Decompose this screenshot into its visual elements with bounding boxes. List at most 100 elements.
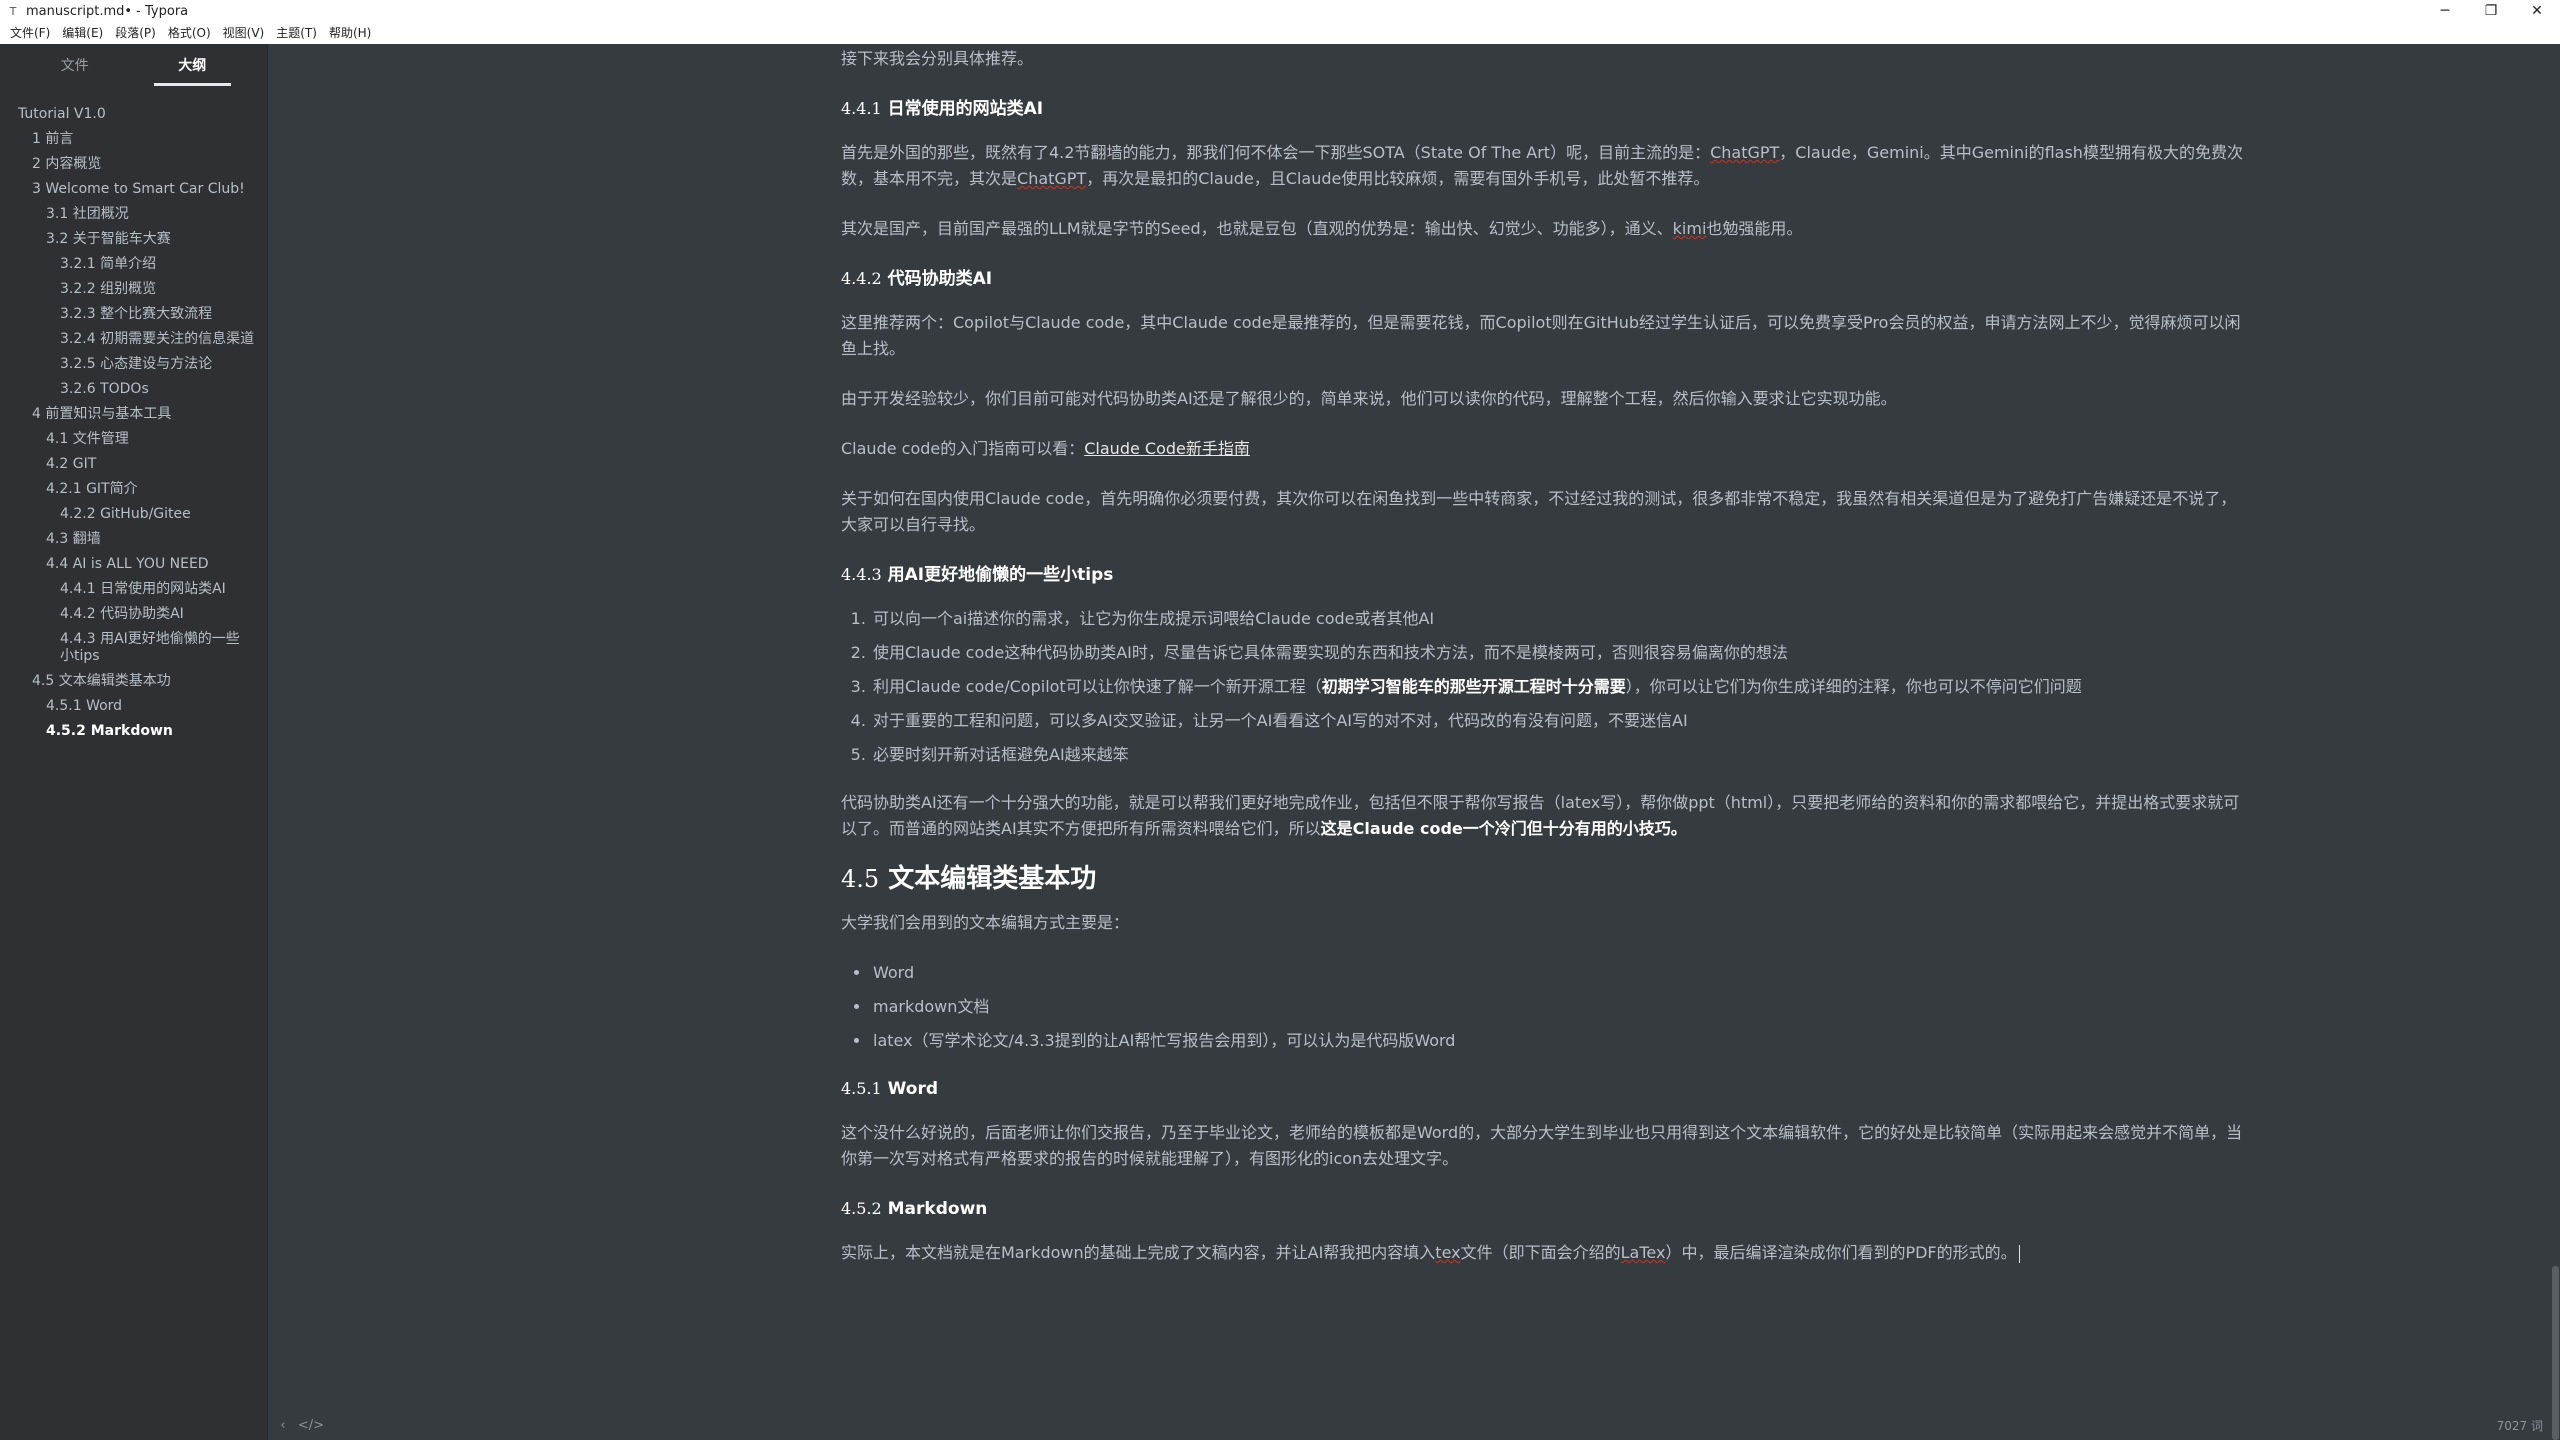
text: 对于重要的工程和问题，可以多AI交叉验证，让另一个AI看看这个AI写的对不对，代… (873, 711, 1688, 730)
spellcheck-word: ChatGPT (1710, 143, 1780, 162)
outline-item[interactable]: 3.2.3 整个比赛大致流程 (0, 302, 267, 327)
list-item: 对于重要的工程和问题，可以多AI交叉验证，让另一个AI看看这个AI写的对不对，代… (871, 708, 2249, 734)
outline-item[interactable]: 4.4 AI is ALL YOU NEED (0, 552, 267, 577)
bold-text: 这是Claude code一个冷门但十分有用的小技巧。 (1320, 819, 1687, 838)
menu-view[interactable]: 视图(V) (217, 22, 271, 44)
editor-area[interactable]: 接下来我会分别具体推荐。 4.4.1 日常使用的网站类AI 首先是外国的那些，既… (269, 44, 2560, 1424)
text: 也勉强能用。 (1706, 219, 1803, 238)
outline-item[interactable]: 3.2.4 初期需要关注的信息渠道 (0, 327, 267, 352)
heading-text: Word (881, 1079, 939, 1099)
outline-item[interactable]: 3.2 关于智能车大赛 (0, 227, 267, 252)
claude-guide-link[interactable]: Claude Code新手指南 (1084, 439, 1250, 458)
text: ）中，最后编译渲染成你们看到的PDF的形式的。 (1665, 1243, 2017, 1262)
paragraph: 接下来我会分别具体推荐。 (841, 46, 2249, 72)
list-item: markdown文档 (871, 994, 2249, 1020)
outline-item[interactable]: 4.2 GIT (0, 452, 267, 477)
menu-format[interactable]: 格式(O) (162, 22, 217, 44)
tab-files[interactable]: 文件 (16, 44, 134, 88)
heading-number: 4.4.1 (841, 99, 882, 118)
paragraph: 关于如何在国内使用Claude code，首先明确你必须要付费，其次你可以在闲鱼… (841, 486, 2249, 538)
paragraph: 由于开发经验较少，你们目前可能对代码协助类AI还是了解很少的，简单来说，他们可以… (841, 386, 2249, 412)
text: 实际上，本文档就是在Markdown的基础上完成了文稿内容，并让AI帮我把内容填… (841, 1243, 1436, 1262)
heading-4-4-1: 4.4.1 日常使用的网站类AI (841, 96, 2249, 122)
word-count[interactable]: 7027 词 (2497, 1417, 2551, 1434)
outline-item[interactable]: 3 Welcome to Smart Car Club! (0, 177, 267, 202)
list-item: 利用Claude code/Copilot可以让你快速了解一个新开源工程（初期学… (871, 674, 2249, 700)
heading-4-4-3: 4.4.3 用AI更好地偷懒的一些小tips (841, 562, 2249, 588)
outline-item[interactable]: 4.2.1 GIT简介 (0, 477, 267, 502)
outline-item[interactable]: 4 前置知识与基本工具 (0, 402, 267, 427)
heading-text: 日常使用的网站类AI (881, 99, 1044, 119)
outline-item[interactable]: 3.1 社团概况 (0, 202, 267, 227)
paragraph: 这个没什么好说的，后面老师让你们交报告，乃至于毕业论文，老师给的模板都是Word… (841, 1120, 2249, 1172)
heading-4-4-2: 4.4.2 代码协助类AI (841, 266, 2249, 292)
menu-theme[interactable]: 主题(T) (270, 22, 323, 44)
editor-scrollbar[interactable] (2551, 44, 2560, 1440)
paragraph: 实际上，本文档就是在Markdown的基础上完成了文稿内容，并让AI帮我把内容填… (841, 1240, 2249, 1266)
outline-item[interactable]: 3.2.1 简单介绍 (0, 252, 267, 277)
status-bar: ‹ </> 7027 词 (269, 1410, 2551, 1440)
paragraph: 这里推荐两个：Copilot与Claude code，其中Claude code… (841, 310, 2249, 362)
window-title: manuscript.md• - Typora (26, 3, 189, 19)
text: 文件（即下面会介绍的 (1460, 1243, 1621, 1262)
spellcheck-word: tex (1435, 1243, 1461, 1262)
heading-4-5: 4.5 文本编辑类基本功 (841, 866, 2249, 892)
editing-tools-list: Word markdown文档 latex（写学术论文/4.3.3提到的让AI帮… (871, 960, 2249, 1054)
text: 关于如何在国内使用Claude code，首先明确你必须要付费，其次你可以在闲鱼… (841, 489, 2237, 534)
outline-item-current[interactable]: 4.5.2 Markdown (0, 719, 267, 744)
heading-text: 代码协助类AI (881, 269, 993, 289)
text: 这个没什么好说的，后面老师让你们交报告，乃至于毕业论文，老师给的模板都是Word… (841, 1123, 2243, 1168)
document-content[interactable]: 接下来我会分别具体推荐。 4.4.1 日常使用的网站类AI 首先是外国的那些，既… (841, 46, 2249, 1290)
menu-bar: 文件(F) 编辑(E) 段落(P) 格式(O) 视图(V) 主题(T) 帮助(H… (0, 22, 2560, 44)
outline-item[interactable]: 3.2.6 TODOs (0, 377, 267, 402)
outline-item[interactable]: 4.5.1 Word (0, 694, 267, 719)
toggle-sidebar-icon[interactable]: ‹ (269, 1414, 297, 1436)
outline-item[interactable]: 4.1 文件管理 (0, 427, 267, 452)
heading-number: 4.4.3 (841, 565, 882, 584)
close-icon[interactable]: ✕ (2514, 0, 2560, 22)
paragraph: 其次是国产，目前国产最强的LLM就是字节的Seed，也就是豆包（直观的优势是：输… (841, 216, 2249, 242)
outline-item[interactable]: 3.2.2 组别概览 (0, 277, 267, 302)
menu-help[interactable]: 帮助(H) (323, 22, 377, 44)
menu-paragraph[interactable]: 段落(P) (109, 22, 162, 44)
text: latex（写学术论文/4.3.3提到的让AI帮忙写报告会用到），可以认为是代码… (873, 1031, 1456, 1050)
text: 必要时刻开新对话框避免AI越来越笨 (873, 745, 1129, 764)
spellcheck-word: kimi (1672, 219, 1707, 238)
heading-number: 4.5.1 (841, 1079, 882, 1098)
outline-item[interactable]: 4.4.1 日常使用的网站类AI (0, 577, 267, 602)
outline-item[interactable]: 1 前言 (0, 127, 267, 152)
paragraph: Claude code的入门指南可以看：Claude Code新手指南 (841, 436, 2249, 462)
menu-edit[interactable]: 编辑(E) (56, 22, 109, 44)
minimize-icon[interactable]: ─ (2422, 0, 2468, 22)
outline-item[interactable]: 2 内容概览 (0, 152, 267, 177)
outline-item[interactable]: 3.2.5 心态建设与方法论 (0, 352, 267, 377)
heading-number: 4.5 (841, 865, 880, 893)
tab-outline[interactable]: 大纲 (134, 44, 252, 88)
paragraph: 代码协助类AI还有一个十分强大的功能，就是可以帮我们更好地完成作业，包括但不限于… (841, 790, 2249, 842)
sidebar-tabs: 文件 大纲 (0, 44, 267, 88)
outline-item[interactable]: 4.4.2 代码协助类AI (0, 602, 267, 627)
text: 可以向一个ai描述你的需求，让它为你生成提示词喂给Claude code或者其他… (873, 609, 1435, 628)
text: ，再次是最扣的Claude，且Claude使用比较麻烦，需要有国外手机号，此处暂… (1086, 169, 1710, 188)
outline-item[interactable]: Tutorial V1.0 (0, 102, 267, 127)
list-item: Word (871, 960, 2249, 986)
outline-item[interactable]: 4.2.2 GitHub/Gitee (0, 502, 267, 527)
outline-item[interactable]: 4.5 文本编辑类基本功 (0, 669, 267, 694)
text-cursor (2018, 1244, 2020, 1263)
paragraph: 大学我们会用到的文本编辑方式主要是： (841, 910, 2249, 936)
text: 由于开发经验较少，你们目前可能对代码协助类AI还是了解很少的，简单来说，他们可以… (841, 389, 1897, 408)
bold-text: 初期学习智能车的那些开源工程时十分需要 (1321, 677, 1626, 696)
restore-icon[interactable]: ❐ (2468, 0, 2514, 22)
text: Claude code的入门指南可以看： (841, 439, 1085, 458)
outline-item[interactable]: 4.3 翻墙 (0, 527, 267, 552)
tips-list: 可以向一个ai描述你的需求，让它为你生成提示词喂给Claude code或者其他… (871, 606, 2249, 768)
typora-app-icon: T (9, 4, 17, 18)
list-item: 必要时刻开新对话框避免AI越来越笨 (871, 742, 2249, 768)
heading-text: 文本编辑类基本功 (879, 864, 1097, 894)
text: 这里推荐两个：Copilot与Claude code，其中Claude code… (841, 313, 2241, 358)
scrollbar-thumb[interactable] (2552, 1266, 2559, 1440)
text: 使用Claude code这种代码协助类AI时，尽量告诉它具体需要实现的东西和技… (873, 643, 1788, 662)
menu-file[interactable]: 文件(F) (4, 22, 56, 44)
source-code-mode-icon[interactable]: </> (297, 1414, 325, 1436)
outline-item[interactable]: 4.4.3 用AI更好地偷懒的一些小tips (0, 627, 267, 669)
